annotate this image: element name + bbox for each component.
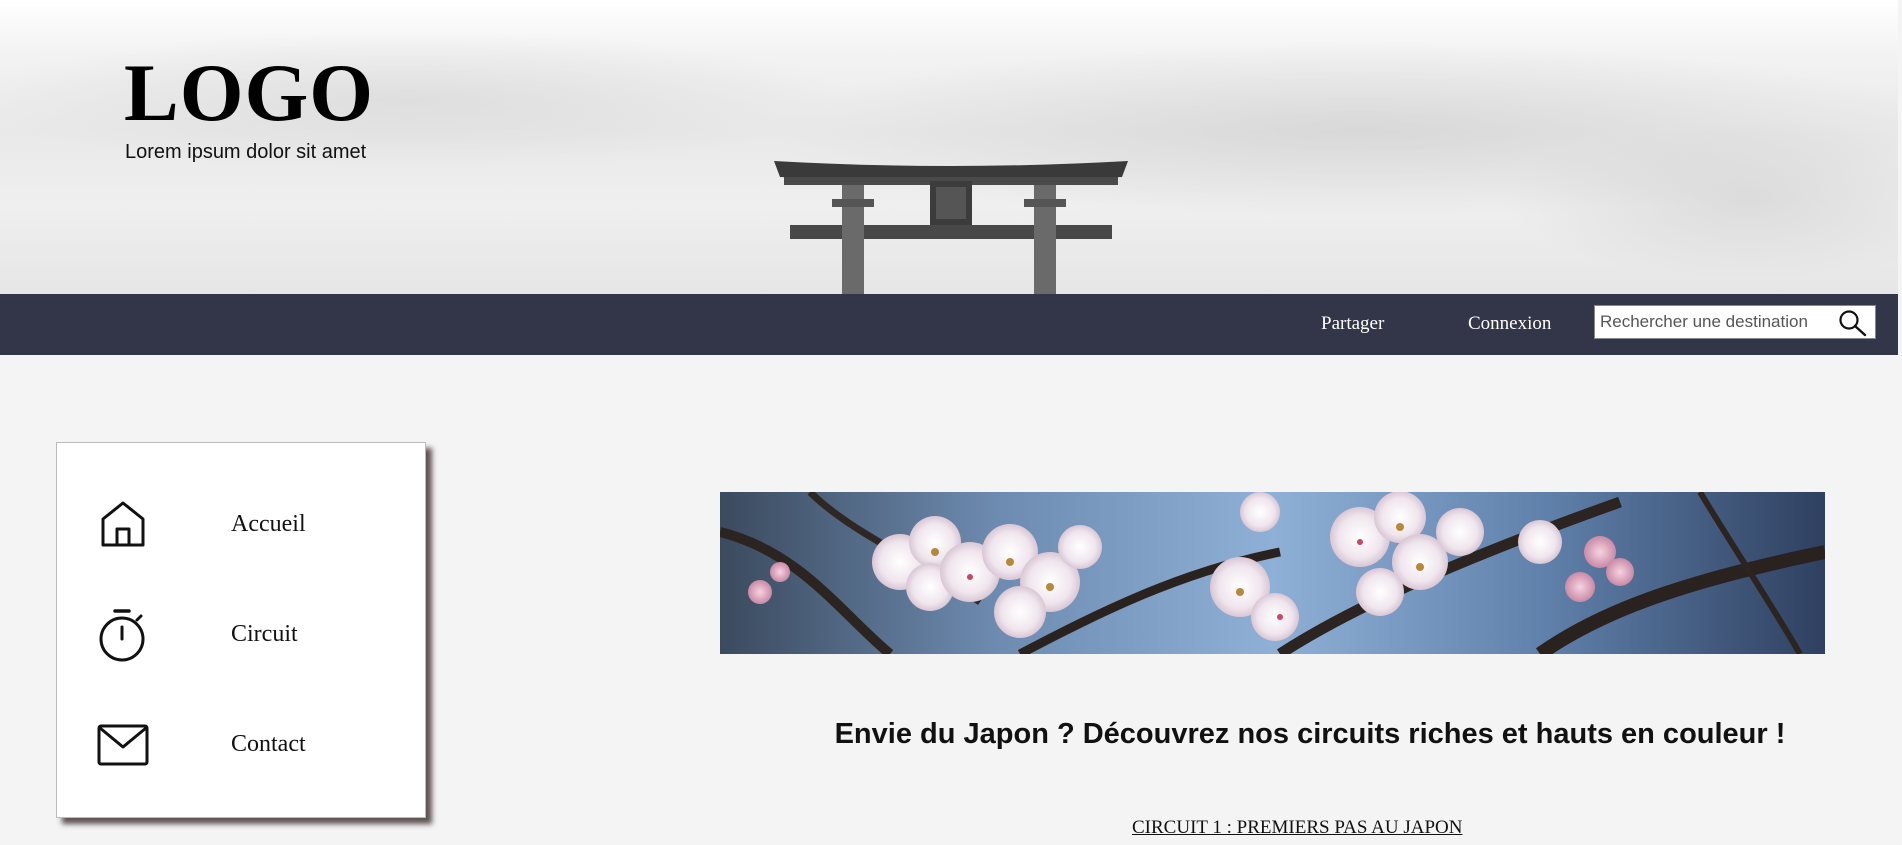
circuit-1-link[interactable]: CIRCUIT 1 : PREMIERS PAS AU JAPON — [1132, 817, 1462, 839]
stopwatch-icon — [99, 609, 145, 662]
search-input[interactable] — [1598, 309, 1828, 335]
site-tagline: Lorem ipsum dolor sit amet — [125, 141, 367, 163]
sidebar-item-label: Accueil — [231, 511, 306, 537]
sidebar-item-circuit[interactable]: Circuit — [97, 607, 397, 663]
home-icon — [101, 501, 145, 547]
cherry-blossom-banner-image — [720, 492, 1825, 654]
search-icon[interactable] — [1837, 309, 1867, 337]
sidebar-item-contact[interactable]: Contact — [97, 717, 397, 773]
share-link[interactable]: Partager — [1321, 313, 1384, 335]
torii-gate-image — [774, 161, 1128, 294]
sidebar-item-label: Circuit — [231, 621, 298, 647]
top-navbar: Partager Connexion — [0, 294, 1898, 355]
sidebar-item-label: Contact — [231, 731, 306, 757]
header-hero: LOGO Lorem ipsum dolor sit amet — [0, 0, 1898, 294]
login-link[interactable]: Connexion — [1468, 313, 1551, 335]
sidebar-menu: Accueil Circuit Contact — [56, 442, 426, 818]
cloud-decoration — [1500, 120, 1898, 280]
site-logo[interactable]: LOGO — [124, 52, 374, 134]
mail-icon — [97, 724, 149, 766]
search-box — [1594, 305, 1876, 339]
page-headline: Envie du Japon ? Découvrez nos circuits … — [834, 718, 1786, 750]
sidebar-item-accueil[interactable]: Accueil — [97, 497, 397, 553]
